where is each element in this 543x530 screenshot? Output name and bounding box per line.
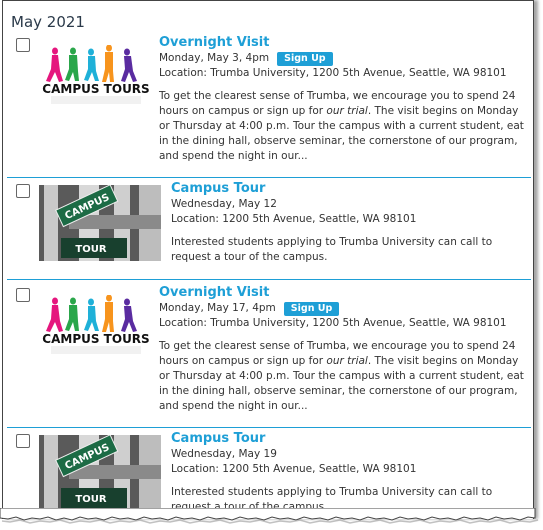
event-date: Monday, May 3, 4pm (159, 52, 270, 64)
event-date-row: Monday, May 17, 4pm Sign Up (159, 301, 529, 316)
sign-tour-text: TOUR (75, 494, 106, 505)
event-date-row: Monday, May 3, 4pm Sign Up (159, 51, 529, 66)
event-title-link[interactable]: Overnight Visit (159, 285, 529, 301)
torn-edge (0, 508, 539, 524)
sign-pole (44, 435, 58, 511)
campus-tour-sign-image: CAMPUS TOUR (39, 435, 161, 511)
sign-tour-text: TOUR (75, 244, 106, 255)
event-date: Monday, May 17, 4pm (159, 302, 276, 314)
event-title-link[interactable]: Campus Tour (171, 181, 531, 197)
event-checkbox[interactable] (16, 288, 30, 302)
event-checkbox[interactable] (16, 38, 30, 52)
campus-tours-logo-image: CAMPUS TOURS (42, 45, 150, 104)
event-separator (7, 427, 531, 428)
image-caption: CAMPUS TOURS (42, 82, 149, 96)
event-title-link[interactable]: Campus Tour (171, 431, 531, 447)
event-item: CAMPUS TOURS Overnight Visit Monday, May… (11, 285, 531, 425)
event-description: To get the clearest sense of Trumba, we … (159, 89, 529, 164)
event-checkbox[interactable] (16, 434, 30, 448)
event-item: CAMPUS TOUR Campus Tour Wednesday, May 1… (11, 181, 531, 276)
our-trial-emphasis: our trial (326, 355, 368, 367)
event-description: To get the clearest sense of Trumba, we … (159, 339, 529, 414)
event-info: Overnight Visit Monday, May 17, 4pm Sign … (159, 285, 529, 414)
event-checkbox[interactable] (16, 184, 30, 198)
event-item: CAMPUS TOURS Overnight Visit Monday, May… (11, 35, 531, 175)
event-location: Location: Trumba University, 1200 5th Av… (159, 67, 507, 79)
campus-tour-sign-image: CAMPUS TOUR (39, 185, 161, 261)
event-location: Location: 1200 5th Avenue, Seattle, WA 9… (171, 213, 417, 225)
image-caption: CAMPUS TOURS (42, 332, 149, 346)
month-heading: May 2021 (11, 13, 85, 31)
calendar-panel: May 2021 CAMPUS TOURS Overnight Visit Mo… (2, 0, 534, 519)
event-date: Wednesday, May 12 (171, 198, 277, 210)
walking-people-icon (46, 295, 137, 332)
walking-people-icon (46, 45, 137, 82)
our-trial-emphasis: our trial (326, 105, 368, 117)
event-separator (7, 279, 531, 280)
sign-up-button[interactable]: Sign Up (283, 302, 340, 316)
sign-pole (44, 185, 58, 261)
event-date: Wednesday, May 19 (171, 448, 277, 460)
campus-tours-logo-image: CAMPUS TOURS (42, 295, 150, 354)
event-location: Location: Trumba University, 1200 5th Av… (159, 317, 507, 329)
event-location: Location: 1200 5th Avenue, Seattle, WA 9… (171, 463, 417, 475)
event-title-link[interactable]: Overnight Visit (159, 35, 529, 51)
event-description: Interested students applying to Trumba U… (171, 236, 493, 263)
event-info: Campus Tour Wednesday, May 12 Location: … (171, 181, 531, 265)
sign-up-button[interactable]: Sign Up (277, 52, 333, 66)
event-separator (7, 177, 531, 178)
event-info: Campus Tour Wednesday, May 19 Location: … (171, 431, 531, 515)
event-info: Overnight Visit Monday, May 3, 4pm Sign U… (159, 35, 529, 164)
